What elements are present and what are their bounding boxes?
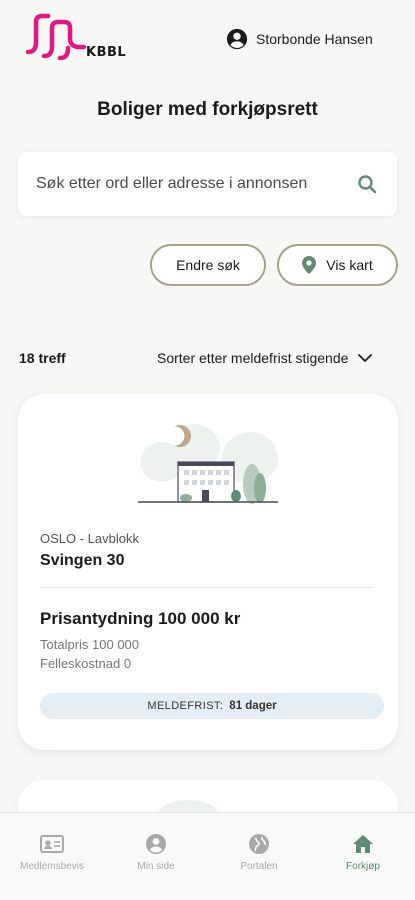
listing-location-type: OSLO - Lavblokk (40, 531, 139, 546)
globe-icon (249, 834, 269, 854)
deadline-value: 81 dager (229, 700, 277, 712)
edit-search-button[interactable]: Endre søk (150, 244, 266, 286)
nav-label: Medlemsbevis (20, 861, 84, 872)
brand-name: KBBL (86, 45, 127, 60)
nav-label: Portalen (240, 861, 278, 872)
listing-card[interactable]: OSLO - Lavblokk Svingen 30 Prisantydning… (18, 394, 398, 750)
app-header: KBBL Storbonde Hansen (0, 0, 415, 80)
illustration-partial (158, 800, 218, 814)
nav-label: Min side (137, 861, 175, 872)
bottom-navigation: Medlemsbevis Min side Portalen Forkjøp (0, 812, 415, 900)
home-icon (353, 835, 373, 853)
user-name: Storbonde Hansen (256, 31, 373, 47)
nav-item-membership[interactable]: Medlemsbevis (7, 833, 97, 872)
listing-total-price: Totalpris 100 000 (40, 637, 140, 652)
sort-label: Sorter etter meldefrist stigende (157, 350, 349, 366)
chevron-down-icon (358, 354, 373, 362)
edit-search-label: Endre søk (176, 257, 240, 273)
member-card-icon (40, 835, 64, 853)
user-profile[interactable]: Storbonde Hansen (226, 28, 373, 50)
search-box (18, 152, 397, 216)
nav-item-portal[interactable]: Portalen (214, 833, 304, 872)
result-count: 18 treff (19, 350, 66, 366)
nav-item-pre-emption[interactable]: Forkjøp (318, 833, 408, 872)
listing-price: Prisantydning 100 000 kr (40, 609, 241, 628)
nav-label: Forkjøp (346, 861, 380, 872)
building-illustration (138, 424, 278, 504)
search-input[interactable] (36, 170, 336, 198)
listing-shared-cost: Felleskostnad 0 (40, 656, 132, 671)
search-icon[interactable] (357, 174, 377, 194)
person-icon (146, 834, 166, 854)
listing-address: Svingen 30 (40, 552, 125, 569)
show-map-button[interactable]: Vis kart (277, 244, 398, 286)
account-circle-icon (226, 28, 248, 50)
divider (40, 587, 374, 588)
sort-dropdown[interactable]: Sorter etter meldefrist stigende (157, 350, 373, 366)
show-map-label: Vis kart (326, 257, 373, 273)
deadline-label: MELDEFRIST: (147, 700, 224, 712)
page-title: Boliger med forkjøpsrett (97, 99, 318, 120)
nav-item-my-page[interactable]: Min side (111, 833, 201, 872)
map-pin-icon (302, 256, 317, 274)
deadline-badge: MELDEFRIST: 81 dager (40, 693, 384, 719)
